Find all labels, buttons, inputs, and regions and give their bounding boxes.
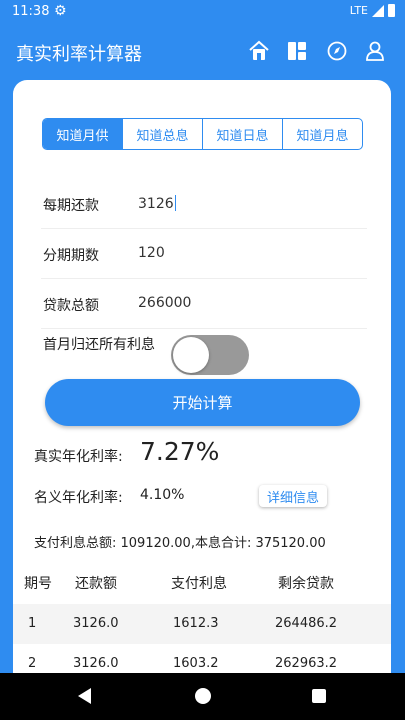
real-rate-label: 真实年化利率: bbox=[34, 449, 123, 465]
total-input[interactable]: 266000 bbox=[138, 295, 191, 311]
tab-know-total-interest[interactable]: 知道总息 bbox=[122, 119, 202, 149]
cell-payment: 3126.0 bbox=[73, 656, 119, 671]
user-icon[interactable] bbox=[364, 40, 386, 62]
calculator-card: 知道月供 知道总息 知道日息 知道月息 每期还款 3126 分期期数 120 贷… bbox=[13, 80, 391, 720]
payment-input[interactable]: 3126 bbox=[138, 195, 176, 212]
cell-period: 2 bbox=[28, 656, 37, 671]
start-calculate-button[interactable]: 开始计算 bbox=[45, 379, 360, 426]
back-icon[interactable] bbox=[78, 688, 91, 704]
gear-icon: ⚙ bbox=[54, 3, 67, 19]
col-period: 期号 bbox=[24, 576, 52, 592]
signal-icon bbox=[372, 4, 384, 17]
col-interest: 支付利息 bbox=[171, 576, 227, 592]
payment-label: 每期还款 bbox=[43, 198, 99, 214]
recents-icon[interactable] bbox=[312, 689, 326, 703]
periods-row: 分期期数 120 bbox=[41, 229, 367, 279]
cell-remaining: 262963.2 bbox=[275, 656, 338, 671]
app-bar: 真实利率计算器 bbox=[0, 24, 405, 80]
payment-row: 每期还款 3126 bbox=[41, 179, 367, 229]
status-time: 11:38 bbox=[12, 4, 50, 19]
battery-icon bbox=[388, 4, 395, 17]
cell-remaining: 264486.2 bbox=[275, 616, 338, 631]
nominal-rate-label: 名义年化利率: bbox=[34, 490, 123, 506]
nominal-rate-value: 4.10% bbox=[140, 487, 185, 503]
first-month-interest-toggle[interactable] bbox=[171, 335, 249, 375]
app-title: 真实利率计算器 bbox=[16, 44, 142, 65]
home-icon[interactable] bbox=[248, 40, 270, 62]
first-month-interest-label: 首月归还所有利息 bbox=[43, 337, 155, 353]
cell-period: 1 bbox=[28, 616, 37, 631]
compass-icon[interactable] bbox=[326, 40, 348, 62]
total-label: 贷款总额 bbox=[43, 298, 99, 314]
mode-tabs: 知道月供 知道总息 知道日息 知道月息 bbox=[42, 118, 363, 150]
total-row: 贷款总额 266000 bbox=[41, 279, 367, 329]
system-nav-bar bbox=[0, 673, 405, 720]
tab-know-monthly-interest[interactable]: 知道月息 bbox=[282, 119, 362, 149]
periods-input[interactable]: 120 bbox=[138, 245, 165, 261]
cell-interest: 1603.2 bbox=[173, 656, 219, 671]
real-rate-value: 7.27% bbox=[140, 437, 220, 466]
table-row: 1 3126.0 1612.3 264486.2 bbox=[13, 604, 391, 644]
col-remaining: 剩余贷款 bbox=[278, 576, 334, 592]
detail-info-button[interactable]: 详细信息 bbox=[259, 485, 327, 507]
schedule-table-header: 期号 还款额 支付利息 剩余贷款 bbox=[13, 573, 391, 603]
network-type: LTE bbox=[349, 4, 368, 17]
tab-know-monthly-payment[interactable]: 知道月供 bbox=[43, 119, 122, 149]
periods-label: 分期期数 bbox=[43, 248, 99, 264]
dashboard-icon[interactable] bbox=[286, 40, 308, 62]
tab-know-daily-interest[interactable]: 知道日息 bbox=[202, 119, 282, 149]
toggle-knob bbox=[173, 337, 209, 373]
interest-summary: 支付利息总额: 109120.00,本息合计: 375120.00 bbox=[34, 536, 326, 551]
status-bar: 11:38 ⚙ LTE bbox=[0, 0, 405, 24]
home-circle-icon[interactable] bbox=[195, 688, 211, 704]
cell-payment: 3126.0 bbox=[73, 616, 119, 631]
col-payment: 还款额 bbox=[75, 576, 117, 592]
text-caret bbox=[174, 195, 176, 211]
status-indicators: LTE bbox=[350, 4, 395, 17]
cell-interest: 1612.3 bbox=[173, 616, 219, 631]
